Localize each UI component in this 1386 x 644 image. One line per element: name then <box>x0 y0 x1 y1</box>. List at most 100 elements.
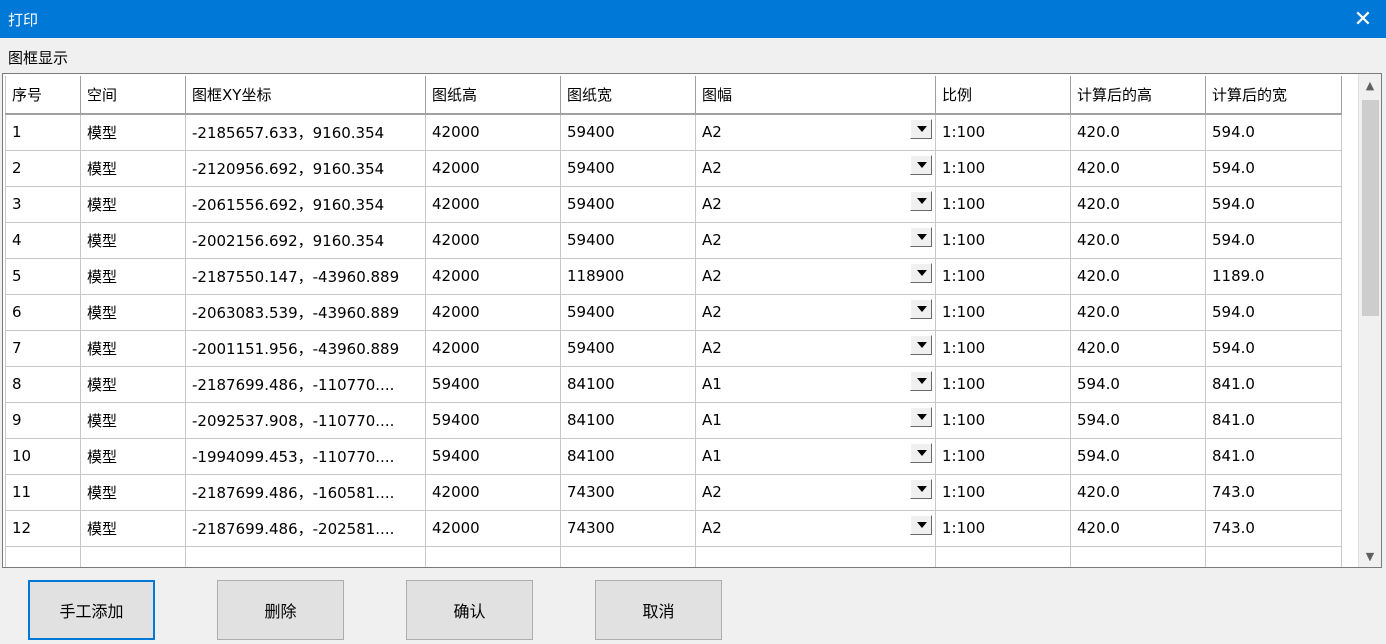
table-cell[interactable]: 模型 <box>80 510 186 547</box>
table-cell[interactable]: -2092537.908，-110770.... <box>185 402 426 439</box>
column-header[interactable]: 计算后的高 <box>1070 76 1206 115</box>
table-cell[interactable]: 1:100 <box>935 150 1071 187</box>
paper-size-select[interactable]: A2 <box>695 474 936 511</box>
table-cell[interactable]: 1:100 <box>935 294 1071 331</box>
table-cell[interactable]: 420.0 <box>1070 186 1206 223</box>
chevron-down-icon[interactable] <box>910 119 932 139</box>
table-cell[interactable]: 42000 <box>425 114 561 151</box>
paper-size-select[interactable]: A2 <box>695 186 936 223</box>
table-cell[interactable]: 594.0 <box>1205 186 1342 223</box>
table-cell[interactable]: 42000 <box>425 258 561 295</box>
table-cell[interactable]: -1994099.453，-110770.... <box>185 438 426 475</box>
chevron-down-icon[interactable] <box>910 262 932 283</box>
table-cell[interactable]: 模型 <box>80 150 186 187</box>
paper-size-select[interactable]: A1 <box>695 438 936 475</box>
table-row[interactable]: 9 模型 -2092537.908，-110770.... 59400 84100 A1 1… <box>5 402 1342 439</box>
table-cell[interactable]: 42000 <box>425 186 561 223</box>
table-cell[interactable]: 1 <box>5 114 81 151</box>
table-row[interactable]: 3 模型 -2061556.692，9160.354 42000 59400 A2 1:10… <box>5 186 1342 223</box>
delete-button[interactable]: 删除 <box>217 580 344 640</box>
column-header[interactable]: 计算后的宽 <box>1205 76 1342 115</box>
table-cell[interactable]: 59400 <box>560 114 696 151</box>
chevron-down-icon[interactable] <box>910 298 932 319</box>
manual-add-button[interactable]: 手工添加 <box>28 580 155 640</box>
table-cell[interactable]: 59400 <box>560 186 696 223</box>
table-cell[interactable]: 2 <box>5 150 81 187</box>
table-cell[interactable]: 模型 <box>80 474 186 511</box>
table-cell[interactable]: 7 <box>5 330 81 367</box>
table-cell[interactable]: 1:100 <box>935 258 1071 295</box>
column-header[interactable]: 比例 <box>935 76 1071 115</box>
table-cell[interactable]: 743.0 <box>1205 474 1342 511</box>
paper-size-select[interactable]: A1 <box>695 366 936 403</box>
table-cell[interactable]: 84100 <box>560 438 696 475</box>
table-row[interactable]: 2 模型 -2120956.692，9160.354 42000 59400 A2 1:10… <box>5 150 1342 187</box>
table-cell[interactable]: 59400 <box>560 150 696 187</box>
table-cell[interactable]: 模型 <box>80 258 186 295</box>
table-cell[interactable]: 841.0 <box>1205 402 1342 439</box>
table-row[interactable]: 10 模型 -1994099.453，-110770.... 59400 84100 A1… <box>5 438 1342 475</box>
table-cell[interactable]: 420.0 <box>1070 330 1206 367</box>
chevron-down-icon[interactable] <box>910 190 932 211</box>
table-cell[interactable]: 594.0 <box>1205 330 1342 367</box>
chevron-down-icon[interactable] <box>910 478 932 499</box>
table-row[interactable]: 7 模型 -2001151.956，-43960.889 42000 59400 A2 1:… <box>5 330 1342 367</box>
cancel-button[interactable]: 取消 <box>595 580 722 640</box>
table-cell[interactable]: 1:100 <box>935 402 1071 439</box>
table-cell[interactable]: -2187699.486，-160581.... <box>185 474 426 511</box>
table-cell[interactable]: 模型 <box>80 294 186 331</box>
close-icon[interactable]: ✕ <box>1340 0 1386 38</box>
table-cell[interactable]: 42000 <box>425 294 561 331</box>
table-cell[interactable]: 594.0 <box>1205 114 1342 151</box>
table-cell[interactable]: 5 <box>5 258 81 295</box>
table-cell[interactable]: 模型 <box>80 366 186 403</box>
paper-size-select[interactable]: A2 <box>695 114 936 151</box>
table-cell[interactable]: 8 <box>5 366 81 403</box>
table-cell[interactable]: 594.0 <box>1070 366 1206 403</box>
table-row[interactable]: 4 模型 -2002156.692，9160.354 42000 59400 A2 1:10… <box>5 222 1342 259</box>
table-cell[interactable]: 59400 <box>425 366 561 403</box>
table-cell[interactable]: 594.0 <box>1205 222 1342 259</box>
chevron-down-icon[interactable] <box>910 226 932 247</box>
column-header[interactable]: 图纸宽 <box>560 76 696 115</box>
table-cell[interactable]: 84100 <box>560 366 696 403</box>
table-cell[interactable]: 42000 <box>425 150 561 187</box>
column-header[interactable]: 图框XY坐标 <box>185 76 426 115</box>
table-row[interactable]: 11 模型 -2187699.486，-160581.... 42000 74300 A2… <box>5 474 1342 511</box>
table-cell[interactable]: -2187550.147，-43960.889 <box>185 258 426 295</box>
table-cell[interactable]: 420.0 <box>1070 474 1206 511</box>
table-cell[interactable]: 420.0 <box>1070 510 1206 547</box>
scroll-thumb[interactable] <box>1362 100 1379 316</box>
table-cell[interactable]: -2061556.692，9160.354 <box>185 186 426 223</box>
chevron-down-icon[interactable] <box>910 514 932 535</box>
table-cell[interactable]: 42000 <box>425 330 561 367</box>
chevron-down-icon[interactable] <box>910 442 932 463</box>
table-cell[interactable]: 84100 <box>560 402 696 439</box>
table-cell[interactable]: 420.0 <box>1070 114 1206 151</box>
table-cell[interactable]: 1189.0 <box>1205 258 1342 295</box>
column-header[interactable]: 图纸高 <box>425 76 561 115</box>
paper-size-select[interactable]: A1 <box>695 402 936 439</box>
table-row[interactable]: 12 模型 -2187699.486，-202581.... 42000 74300 A2… <box>5 510 1342 547</box>
table-cell[interactable]: 12 <box>5 510 81 547</box>
confirm-button[interactable]: 确认 <box>406 580 533 640</box>
table-cell[interactable]: 59400 <box>425 402 561 439</box>
column-header[interactable]: 空间 <box>80 76 186 115</box>
table-cell[interactable]: 420.0 <box>1070 258 1206 295</box>
table-cell[interactable]: 59400 <box>425 438 561 475</box>
table-cell[interactable]: 1:100 <box>935 222 1071 259</box>
chevron-down-icon[interactable] <box>910 154 932 175</box>
table-cell[interactable]: 1:100 <box>935 330 1071 367</box>
table-row[interactable]: 6 模型 -2063083.539，-43960.889 42000 59400 A2 1:… <box>5 294 1342 331</box>
table-cell[interactable]: 10 <box>5 438 81 475</box>
table-cell[interactable]: 1:100 <box>935 186 1071 223</box>
table-cell[interactable]: 420.0 <box>1070 294 1206 331</box>
column-header[interactable]: 图幅 <box>695 76 936 115</box>
table-cell[interactable]: 模型 <box>80 114 186 151</box>
scroll-down-icon[interactable]: ▼ <box>1359 545 1381 567</box>
paper-size-select[interactable]: A2 <box>695 330 936 367</box>
table-cell[interactable]: 118900 <box>560 258 696 295</box>
paper-size-select[interactable]: A2 <box>695 258 936 295</box>
vertical-scrollbar[interactable]: ▲ ▼ <box>1358 74 1381 567</box>
table-row[interactable]: 8 模型 -2187699.486，-110770.... 59400 84100 A1 1… <box>5 366 1342 403</box>
